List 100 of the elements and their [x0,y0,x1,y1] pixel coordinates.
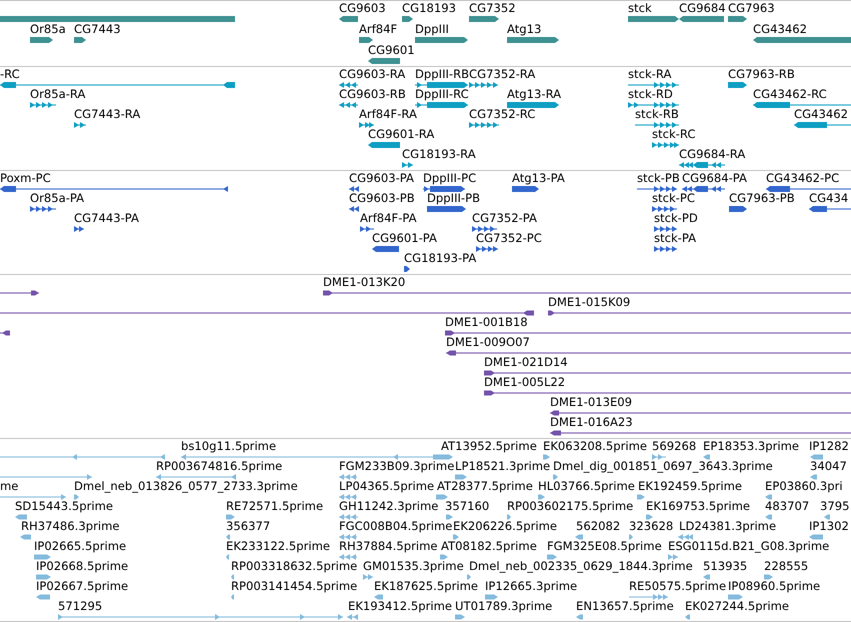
est-label: EK233122.5prime [226,540,330,553]
transcript-label: stck-RB [635,108,679,121]
est-label: SD15443.5prime [15,500,114,513]
gene-label: CG7963 [728,2,775,15]
transcript-label: CG7963-RB [728,68,795,81]
est-label: 513935 [703,560,748,573]
transcript-label: stck-RC [652,128,696,141]
est-label: 562082 [576,520,620,533]
est-label: LD24381.3prime [679,520,776,533]
est-label: LP04365.5prime [339,480,434,493]
transcript-label: Or85a-RA [30,88,86,101]
protein-label: CG7443-PA [74,212,139,225]
est-label: RE50575.5prime [629,580,726,593]
clone-label: DME1-016A23 [550,416,633,429]
est-label: RE72571.5prime [226,500,324,513]
est-label: EP18353.3prime [703,440,800,453]
transcript-label: CG9601-RA [368,128,434,141]
est-label: 483707 [765,500,810,513]
est-label: EK206226.5prime [453,520,558,533]
est-label: EK193412.5prime [348,600,452,613]
protein-label: CG434 [809,192,848,205]
protein-label: stck-PC [652,192,695,205]
gene-label: CG7443 [74,23,121,36]
est-label: 228555 [764,560,808,573]
clone-label: DME1-009O07 [446,336,530,349]
gene-label: Arf84F [359,23,398,36]
protein-label: Atg13-PA [512,172,565,185]
est-label: EK063208.5prime [543,440,648,453]
est-label: Dmel_neb_013826_0577_2733.3prime [74,480,298,493]
est-label: EK027244.5prime [685,600,790,613]
est-label: AT28377.5prime [437,480,533,493]
est-label: IP12665.3prime [485,580,578,593]
protein-label: Or85a-PA [30,192,84,205]
protein-label: Poxm-PC [0,172,51,185]
est-label: AT13952.5prime [441,440,537,453]
transcript-label: CG7443-RA [74,108,140,121]
est-label: me [0,480,18,493]
protein-label: DppIII-PB [427,192,480,205]
est-label: 357160 [445,500,490,513]
est-label: IP08960.5prime [728,580,820,593]
protein-label: CG9603-PB [349,192,415,205]
gene-label: CG9684 [679,2,726,15]
gene-label: CG43462 [753,23,807,36]
protein-label: CG9684-PA [682,172,747,185]
est-label: IP02665.5prime [34,540,126,553]
transcript-label: stck-RA [628,68,672,81]
est-label: FGM325E08.5prime [547,540,662,553]
transcript-label: CG9684-RA [679,148,746,161]
est-label: RP003141454.5prime [231,580,358,593]
gene-label: CG7352 [469,2,516,15]
est-label: bs10g11.5prime [181,440,276,453]
est-label: 571295 [58,600,102,613]
transcript-label: CG43462 [794,108,848,121]
protein-label: CG7963-PB [729,192,795,205]
transcript-label: CG9603-RA [339,68,406,81]
transcript-label: stck-RD [628,88,673,101]
est-label: EK169753.5prime [646,500,750,513]
est-label: ESG0115d.B21_G08.3prime [668,540,830,553]
protein-label: stck-PB [637,172,680,185]
protein-label: CG18193-PA [404,252,476,265]
est-label: RH37884.5prime [339,540,438,553]
transcript-label: Atg13-RA [507,88,562,101]
est-label: IP1302 [809,520,849,533]
est-label: IP02667.5prime [36,580,128,593]
transcript-label: CG7352-RC [469,108,536,121]
protein-label: CG7352-PA [472,212,537,225]
transcript-label: CG43462-RC [753,88,827,101]
transcript-label: CG7352-RA [469,68,536,81]
est-label: FGM233B09.3prime [339,460,454,473]
est-label: HL03766.5prime [538,480,635,493]
est-label: Dmel_neb_002335_0629_1844.3prime [469,560,693,573]
transcript-label: DppIII-RC [415,88,469,101]
est-label: GH11242.3prime [339,500,438,513]
est-label: 323628 [629,520,674,533]
est-label: RH37486.3prime [21,520,120,533]
clone-label: DME1-021D14 [484,356,568,369]
gene-label: stck [628,2,652,15]
protein-label: CG7352-PC [476,232,542,245]
gene-label: Or85a [30,23,66,36]
clone-label: DME1-015K09 [548,296,630,309]
est-label: UT01789.3prime [455,600,552,613]
est-label: FGC008B04.5prime [339,520,452,533]
gene-label: DppIII [415,23,449,36]
protein-label: CG9601-PA [372,232,437,245]
est-label: 356377 [226,520,270,533]
clone-label: DME1-005L22 [484,376,566,389]
gene-label: CG9603 [339,2,386,15]
est-label: EK187625.5prime [374,580,478,593]
clone-label: DME1-001B18 [445,316,528,329]
transcript-label: Arf84F-RA [359,108,417,121]
est-label: IP02668.5prime [36,560,128,573]
transcript-label: DppIII-RB [415,68,470,81]
transcript-label: CG9603-RB [339,88,406,101]
protein-label: stck-PA [654,232,696,245]
est-label: LP18521.3prime [455,460,550,473]
transcript-label: CG18193-RA [402,148,476,161]
clone-label: DME1-013E09 [550,396,632,409]
gene-label: Atg13 [507,23,542,36]
est-label: 3795 [820,500,850,513]
est-label: 34047 [810,460,847,473]
